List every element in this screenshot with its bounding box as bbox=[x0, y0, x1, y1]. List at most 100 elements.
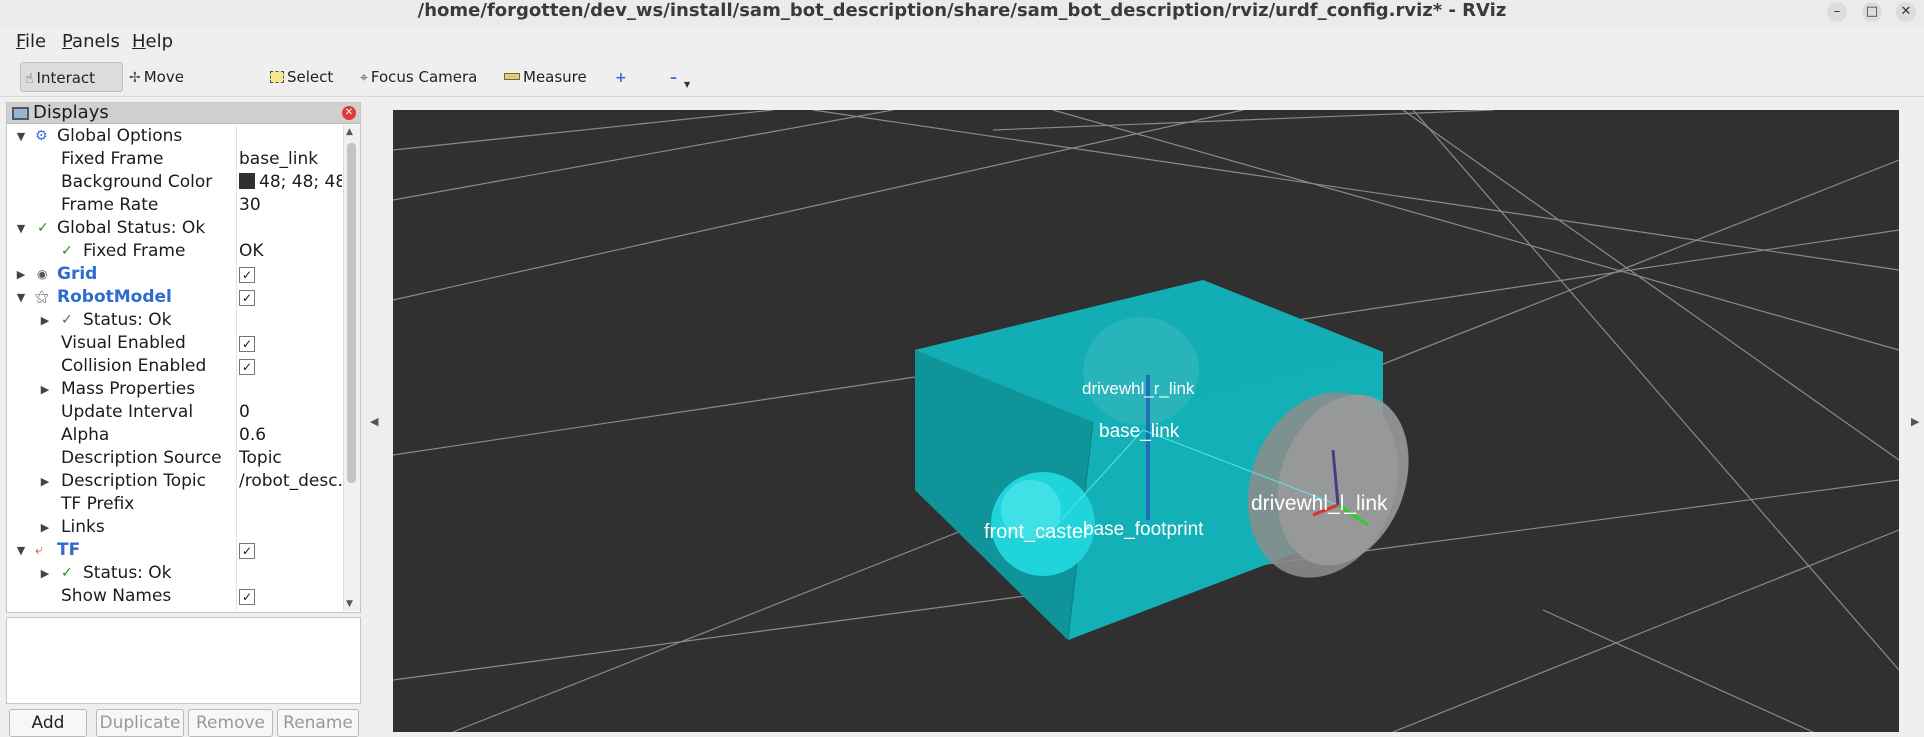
add-display-button[interactable]: Add bbox=[9, 709, 87, 737]
tree-row-tf-prefix[interactable]: TF Prefix bbox=[7, 493, 342, 516]
tree-row-background-color[interactable]: Background Color 48; 48; 48 bbox=[7, 171, 342, 194]
tree-row-fixed-frame[interactable]: Fixed Frame base_link bbox=[7, 148, 342, 171]
expand-arrow-icon[interactable]: ▼ bbox=[15, 286, 27, 309]
tree-row-tf-status[interactable]: ▶ ✓ Status: Ok bbox=[7, 562, 342, 585]
collapsed-arrow-icon[interactable]: ▶ bbox=[39, 378, 51, 401]
toolbar: ☝Interact ✢Move Camera Select ⌖Focus Cam… bbox=[0, 56, 1924, 117]
description-source-value[interactable]: Topic bbox=[239, 447, 342, 470]
menu-panels[interactable]: Panels bbox=[62, 31, 120, 52]
menu-file[interactable]: File bbox=[16, 31, 46, 52]
rename-display-button[interactable]: Rename bbox=[277, 709, 359, 737]
color-swatch bbox=[239, 173, 255, 189]
frame-rate-value[interactable]: 30 bbox=[239, 194, 342, 217]
update-interval-value[interactable]: 0 bbox=[239, 401, 342, 424]
collision-enabled-checkbox[interactable]: ✓ bbox=[239, 359, 255, 375]
tf-enabled-checkbox[interactable]: ✓ bbox=[239, 543, 255, 559]
scrollbar-thumb[interactable] bbox=[347, 143, 356, 483]
close-window-button[interactable]: ✕ bbox=[1896, 2, 1916, 22]
frame-label-base-link: base_link bbox=[1099, 421, 1180, 442]
displays-panel: Displays ✕ ▼ ⚙ Global Options Fixed Fram… bbox=[6, 102, 361, 613]
tree-row-frame-rate[interactable]: Frame Rate 30 bbox=[7, 194, 342, 217]
move-camera-icon: ✢ bbox=[129, 70, 141, 86]
window-title: /home/forgotten/dev_ws/install/sam_bot_d… bbox=[417, 0, 1507, 21]
expand-arrow-icon[interactable]: ▼ bbox=[15, 125, 27, 148]
gear-icon: ⚙ bbox=[35, 128, 48, 144]
alpha-value[interactable]: 0.6 bbox=[239, 424, 342, 447]
add-tool-button[interactable]: + bbox=[611, 62, 635, 92]
remove-tool-menu-button[interactable]: – ▼ bbox=[666, 62, 696, 92]
check-icon: ✓ bbox=[37, 220, 49, 236]
expand-arrow-icon[interactable]: ▼ bbox=[15, 539, 27, 562]
tree-row-fixed-frame-status[interactable]: ✓ Fixed Frame OK bbox=[7, 240, 342, 263]
tree-row-description-topic[interactable]: ▶ Description Topic /robot_desc... bbox=[7, 470, 342, 493]
grid-icon: ◉ bbox=[37, 267, 48, 281]
remove-display-button[interactable]: Remove bbox=[188, 709, 273, 737]
robotmodel-enabled-checkbox[interactable]: ✓ bbox=[239, 290, 255, 306]
robot-icon: ⚝ bbox=[35, 289, 49, 305]
scroll-up-arrow-icon[interactable]: ▲ bbox=[346, 127, 353, 137]
move-camera-tool-button[interactable]: ✢Move Camera bbox=[125, 62, 245, 117]
expand-arrow-icon[interactable]: ▼ bbox=[15, 217, 27, 240]
collapsed-arrow-icon[interactable]: ▶ bbox=[39, 516, 51, 539]
hand-pointer-icon: ☝ bbox=[25, 71, 34, 87]
collapsed-arrow-icon[interactable]: ▶ bbox=[39, 309, 51, 332]
show-names-checkbox[interactable]: ✓ bbox=[239, 589, 255, 605]
tree-row-visual-enabled[interactable]: Visual Enabled ✓ bbox=[7, 332, 342, 355]
frame-label-front-caster: front_caster bbox=[984, 521, 1090, 543]
collapse-left-panel-icon[interactable]: ◀ bbox=[370, 415, 378, 428]
dropdown-arrow-icon: ▼ bbox=[684, 80, 691, 89]
displays-title: Displays bbox=[33, 102, 109, 123]
minus-icon: – bbox=[670, 70, 677, 86]
close-panel-icon[interactable]: ✕ bbox=[342, 106, 356, 120]
menu-help[interactable]: Help bbox=[132, 31, 173, 52]
frame-label-drivewhl-r: drivewhl_r_link bbox=[1082, 379, 1195, 398]
title-bar: /home/forgotten/dev_ws/install/sam_bot_d… bbox=[0, 0, 1924, 29]
collapsed-arrow-icon[interactable]: ▶ bbox=[15, 263, 27, 286]
select-box-icon bbox=[270, 71, 284, 83]
tree-row-alpha[interactable]: Alpha 0.6 bbox=[7, 424, 342, 447]
collapsed-arrow-icon[interactable]: ▶ bbox=[39, 470, 51, 493]
fixed-frame-value[interactable]: base_link bbox=[239, 148, 342, 171]
description-topic-value[interactable]: /robot_desc... bbox=[239, 470, 342, 493]
background-color-value[interactable]: 48; 48; 48 bbox=[239, 171, 342, 194]
tree-row-tf[interactable]: ▼ ⤶ TF ✓ bbox=[7, 539, 342, 562]
tree-row-description-source[interactable]: Description Source Topic bbox=[7, 447, 342, 470]
interact-tool-button[interactable]: ☝ Interact bbox=[20, 62, 123, 92]
displays-tree: ▼ ⚙ Global Options Fixed Frame base_link… bbox=[7, 125, 342, 611]
tree-row-links[interactable]: ▶ Links bbox=[7, 516, 342, 539]
select-tool-button[interactable]: Select bbox=[266, 62, 338, 92]
tree-row-update-interval[interactable]: Update Interval 0 bbox=[7, 401, 342, 424]
duplicate-display-button[interactable]: Duplicate bbox=[96, 709, 184, 737]
tree-row-mass-properties[interactable]: ▶ Mass Properties bbox=[7, 378, 342, 401]
visual-enabled-checkbox[interactable]: ✓ bbox=[239, 336, 255, 352]
property-description-box bbox=[6, 617, 361, 704]
tree-row-robotmodel[interactable]: ▼ ⚝ RobotModel ✓ bbox=[7, 286, 342, 309]
tree-row-collision-enabled[interactable]: Collision Enabled ✓ bbox=[7, 355, 342, 378]
ruler-icon bbox=[504, 73, 520, 80]
maximize-button[interactable]: □ bbox=[1862, 2, 1882, 22]
measure-tool-button[interactable]: Measure bbox=[500, 62, 588, 92]
check-icon: ✓ bbox=[61, 312, 73, 328]
monitor-icon bbox=[12, 107, 29, 120]
frame-label-base-footprint: base_footprint bbox=[1083, 519, 1204, 540]
tree-row-grid[interactable]: ▶ ◉ Grid ✓ bbox=[7, 263, 342, 286]
scene-canvas[interactable]: drivewhl_r_link base_link drivewhl_l_lin… bbox=[393, 110, 1899, 732]
collapsed-arrow-icon[interactable]: ▶ bbox=[39, 562, 51, 585]
collapse-right-panel-icon[interactable]: ▶ bbox=[1911, 415, 1919, 428]
tree-row-global-status[interactable]: ▼ ✓ Global Status: Ok bbox=[7, 217, 342, 240]
tf-axes-icon: ⤶ bbox=[35, 542, 43, 558]
tree-row-robotmodel-status[interactable]: ▶ ✓ Status: Ok bbox=[7, 309, 342, 332]
minimize-button[interactable]: – bbox=[1827, 2, 1847, 22]
displays-scrollbar[interactable]: ▲ ▼ bbox=[343, 125, 360, 611]
focus-camera-tool-button[interactable]: ⌖ Focus Camera bbox=[356, 62, 478, 92]
scroll-down-arrow-icon[interactable]: ▼ bbox=[346, 599, 353, 609]
focus-crosshair-icon: ⌖ bbox=[360, 70, 368, 86]
tree-row-show-names[interactable]: Show Names ✓ bbox=[7, 585, 342, 608]
menu-bar: File Panels Help bbox=[0, 28, 1924, 55]
3d-viewport[interactable]: drivewhl_r_link base_link drivewhl_l_lin… bbox=[393, 110, 1899, 732]
check-icon: ✓ bbox=[61, 565, 73, 581]
plus-icon: + bbox=[615, 70, 627, 86]
check-icon: ✓ bbox=[61, 243, 73, 259]
tree-row-global-options[interactable]: ▼ ⚙ Global Options bbox=[7, 125, 342, 148]
grid-enabled-checkbox[interactable]: ✓ bbox=[239, 267, 255, 283]
